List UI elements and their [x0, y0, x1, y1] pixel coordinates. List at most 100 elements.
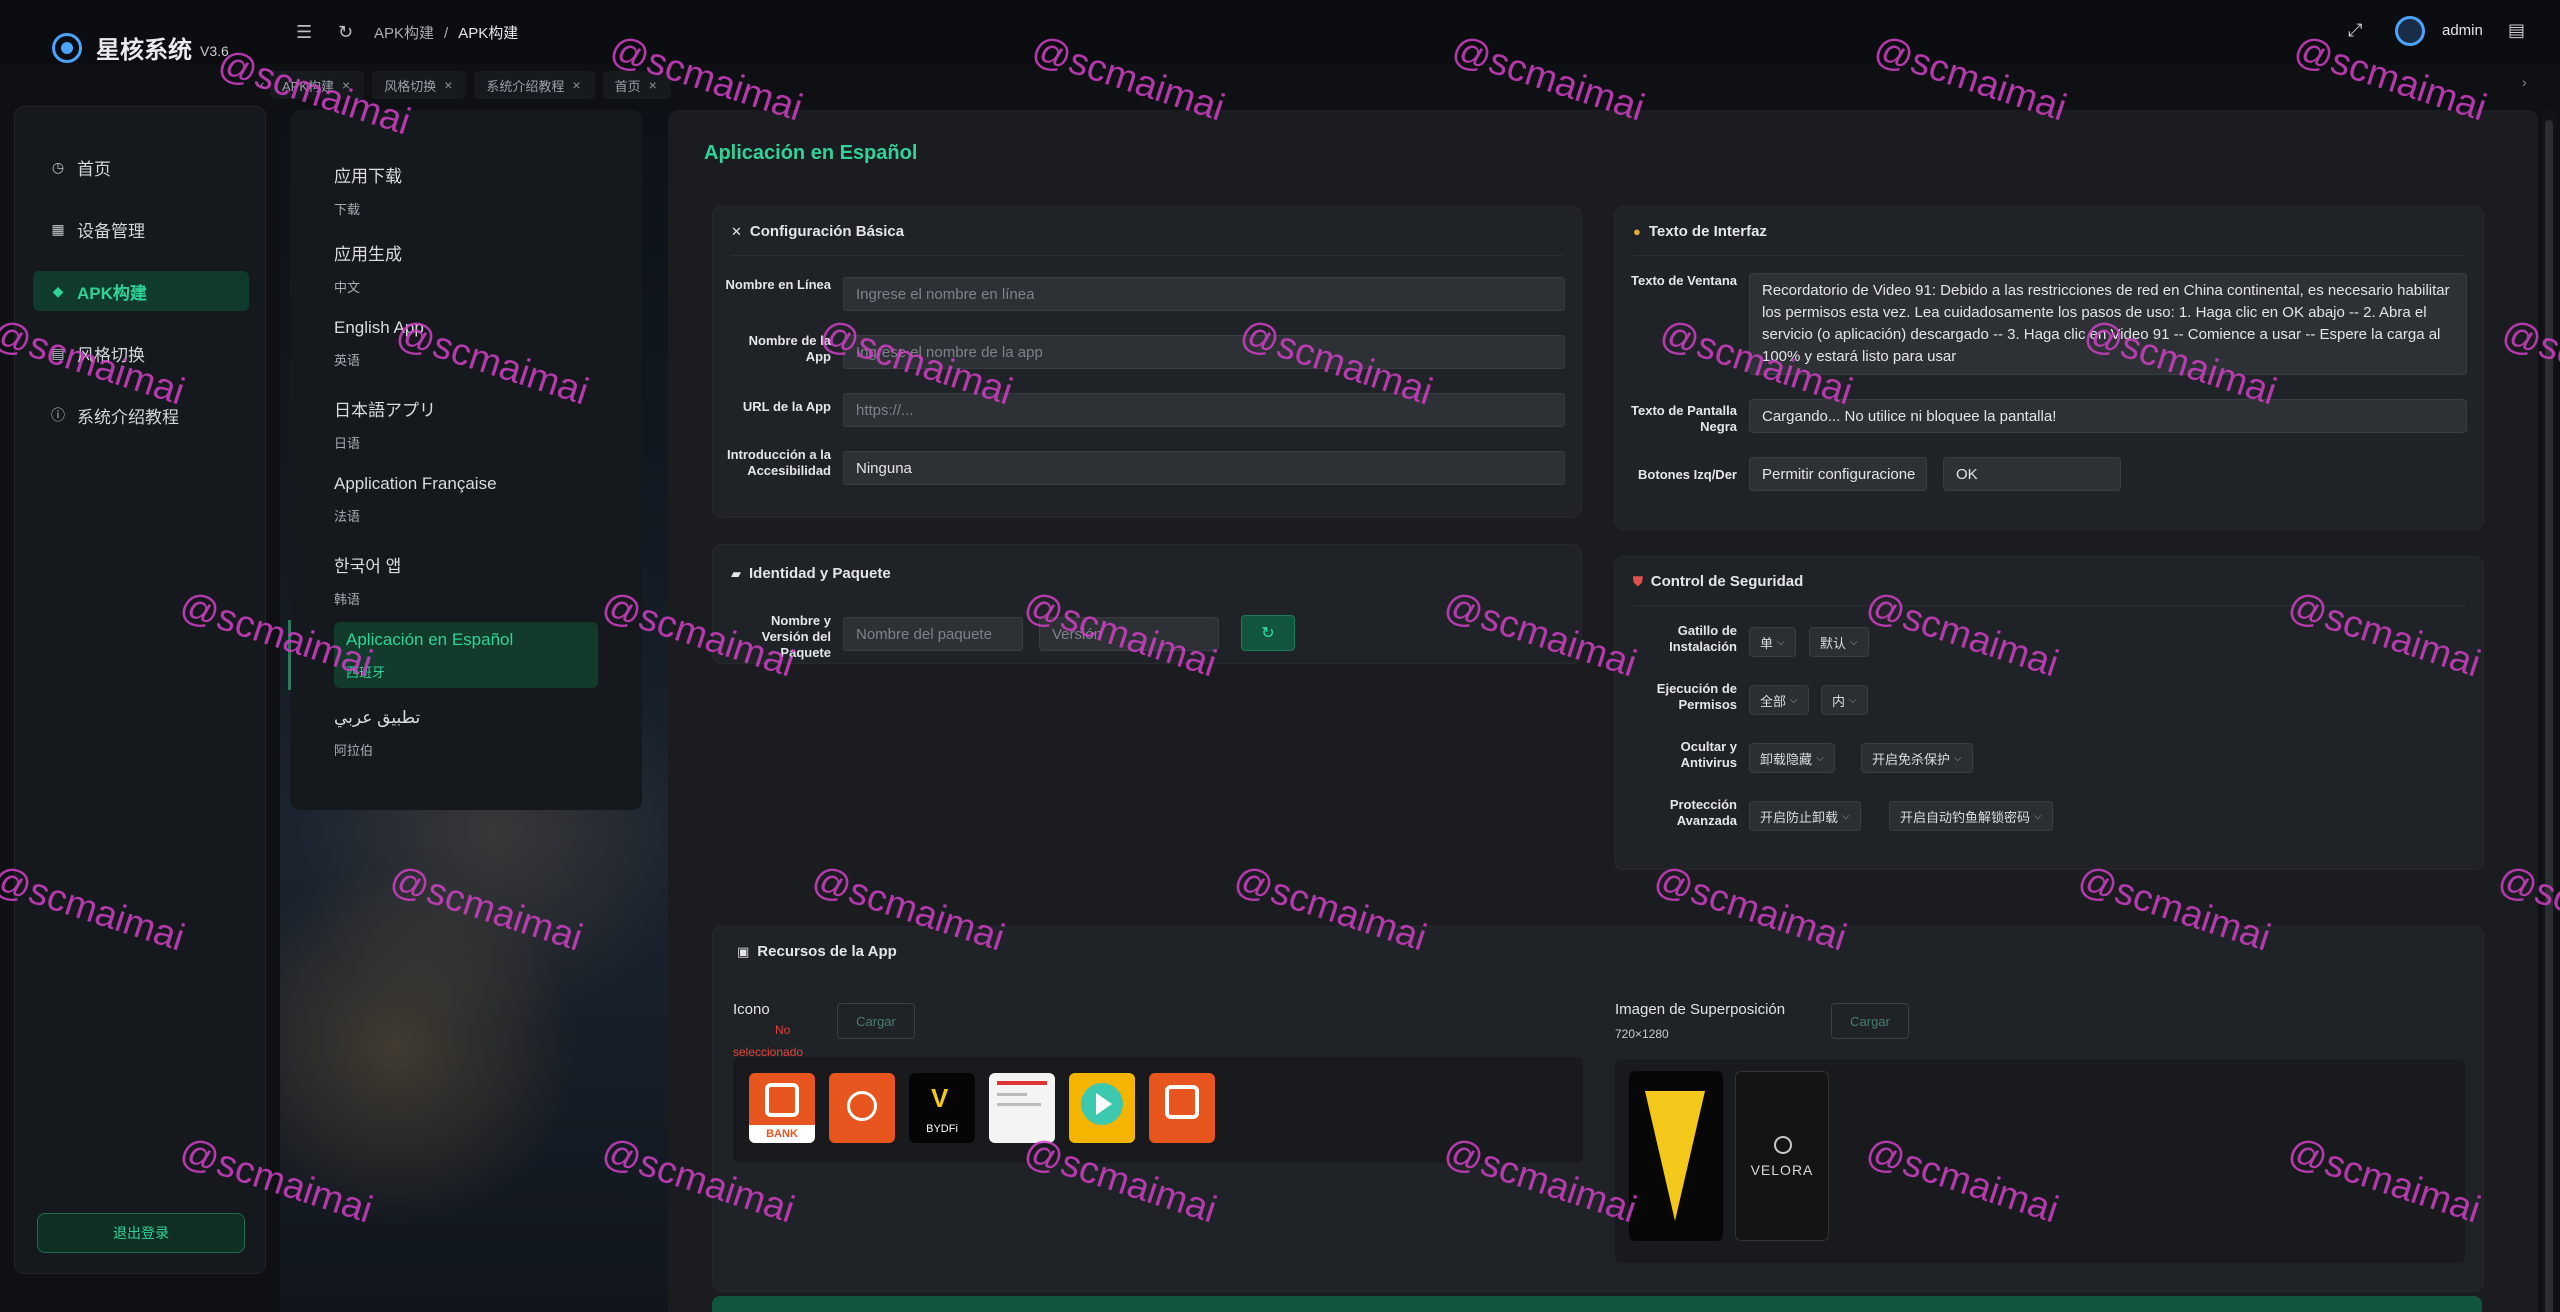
- accessibility-select[interactable]: Ninguna: [843, 451, 1565, 485]
- app-version: V3.6: [200, 42, 229, 59]
- folder-icon: ▰: [731, 565, 741, 581]
- avatar[interactable]: [2395, 16, 2425, 46]
- install-trigger-select-a[interactable]: 单 ⌵: [1749, 627, 1796, 657]
- black-screen-input[interactable]: Cargando... No utilice ni bloquee la pan…: [1749, 399, 2467, 433]
- refresh-package-button[interactable]: ↻: [1241, 615, 1295, 651]
- icon-thumb[interactable]: [989, 1073, 1055, 1143]
- image-icon: ▣: [737, 943, 750, 959]
- chevron-down-icon: ⌵: [1777, 636, 1785, 648]
- advanced-select-b[interactable]: 开启自动钓鱼解锁密码 ⌵: [1889, 801, 2053, 831]
- overlay-gallery: VELORA: [1615, 1059, 2465, 1263]
- overlay-upload-button[interactable]: Cargar: [1831, 1003, 1909, 1039]
- chevron-down-icon: ⌵: [1954, 752, 1962, 764]
- language-item[interactable]: English App 英语: [334, 318, 594, 369]
- language-item[interactable]: تطبيق عربي 阿拉伯: [334, 708, 594, 759]
- tab-scroll-left-icon[interactable]: ‹: [260, 76, 265, 92]
- sidebar-item-tutorial[interactable]: ⓘ 系统介绍教程: [33, 395, 249, 435]
- buttons-label: Botones Izq/Der: [1638, 467, 1737, 482]
- sidebar: ◷ 首页 ▦ 设备管理 ◆ APK构建 ▤ 风格切换 ⓘ 系统介绍教程 退出登录: [14, 106, 266, 1274]
- identity-card: ▰ Identidad y Paquete Nombre y Versión de…: [712, 544, 1582, 664]
- language-item[interactable]: Application Française 法语: [334, 474, 594, 525]
- right-button-input[interactable]: OK: [1943, 457, 2121, 491]
- tab-bar: ‹ APK构建 × 风格切换 × 系统介绍教程 × 首页 ×: [260, 70, 679, 100]
- close-icon[interactable]: ×: [649, 77, 657, 93]
- advanced-protection-label: Protección Avanzada: [1669, 797, 1737, 828]
- clock-icon: ◷: [51, 158, 65, 175]
- close-icon[interactable]: ×: [342, 77, 350, 93]
- sidebar-item-devices[interactable]: ▦ 设备管理: [33, 209, 249, 249]
- sidebar-item-style[interactable]: ▤ 风格切换: [33, 333, 249, 373]
- chevron-down-icon: ⌵: [1842, 810, 1850, 822]
- install-trigger-label: Gatillo de Instalación: [1669, 623, 1737, 654]
- icon-gallery: BANK V BYDFi: [733, 1057, 1583, 1163]
- close-icon[interactable]: ×: [444, 77, 452, 93]
- shield-icon: ⛊: [1633, 573, 1643, 589]
- app-name-input[interactable]: Ingrese el nombre de la app: [843, 335, 1565, 369]
- logout-button[interactable]: 退出登录: [37, 1213, 245, 1253]
- sidebar-item-home[interactable]: ◷ 首页: [33, 147, 249, 187]
- chevron-down-icon: ⌵: [1849, 694, 1857, 706]
- scrollbar[interactable]: [2542, 110, 2556, 1312]
- page-title: Aplicación en Español: [704, 142, 918, 164]
- icon-thumb[interactable]: [829, 1073, 895, 1143]
- resources-card: ▣ Recursos de la App Icono No seleccionad…: [712, 926, 2484, 1292]
- left-button-input[interactable]: Permitir configuracione: [1749, 457, 1927, 491]
- refresh-icon: ↻: [1261, 625, 1275, 642]
- language-item[interactable]: 한국어 앱 韩语: [334, 552, 594, 608]
- breadcrumb-item[interactable]: APK构建: [374, 25, 434, 42]
- tab-scroll-right-icon[interactable]: ›: [2522, 74, 2527, 90]
- tab-tutorial[interactable]: 系统介绍教程 ×: [474, 71, 595, 99]
- language-item[interactable]: 日本語アプリ 日语: [334, 396, 594, 452]
- install-trigger-select-b[interactable]: 默认 ⌵: [1809, 627, 1869, 657]
- chevron-down-icon: ⌵: [1816, 752, 1824, 764]
- tab-home[interactable]: 首页 ×: [602, 71, 671, 99]
- chevron-down-icon: ⌵: [1790, 694, 1798, 706]
- interface-text-card: ● Texto de Interfaz Texto de Ventana Reco…: [1614, 206, 2484, 530]
- hide-select-a[interactable]: 卸载隐藏 ⌵: [1749, 743, 1835, 773]
- overlay-size: 720×1280: [1615, 1027, 1669, 1041]
- palette-icon: ●: [1633, 224, 1641, 239]
- tab-apk[interactable]: APK构建 ×: [270, 71, 365, 99]
- permission-label: Ejecución de Permisos: [1656, 681, 1737, 712]
- url-input[interactable]: https://...: [843, 393, 1565, 427]
- permission-select-b[interactable]: 内 ⌵: [1821, 685, 1868, 715]
- icon-thumb[interactable]: [1069, 1073, 1135, 1143]
- language-item-selected[interactable]: Aplicación en Español 西班牙: [346, 630, 606, 681]
- hide-select-b[interactable]: 开启免杀保护 ⌵: [1861, 743, 1973, 773]
- main-content: Aplicación en Español ✕ Configuración Bás…: [668, 110, 2538, 1312]
- permission-select-a[interactable]: 全部 ⌵: [1749, 685, 1809, 715]
- window-text-area[interactable]: Recordatorio de Video 91: Debido a las r…: [1749, 273, 2467, 375]
- app-name: 星核系统: [96, 37, 192, 64]
- tab-style[interactable]: 风格切换 ×: [372, 71, 467, 99]
- overlay-thumb[interactable]: [1629, 1071, 1723, 1241]
- accessibility-label: Introducción a la Accesibilidad: [726, 447, 831, 478]
- breadcrumb-current: APK构建: [458, 25, 519, 42]
- close-icon[interactable]: ×: [572, 77, 580, 93]
- brand-logo-icon: [52, 32, 82, 63]
- icon-thumb[interactable]: [1149, 1073, 1215, 1143]
- online-name-input[interactable]: Ingrese el nombre en línea: [843, 277, 1565, 311]
- version-input[interactable]: Versión: [1039, 617, 1219, 651]
- basic-config-card: ✕ Configuración Básica Nombre en Línea In…: [712, 206, 1582, 518]
- chevron-down-icon: ⌵: [1850, 636, 1858, 648]
- refresh-icon[interactable]: ↻: [338, 22, 353, 43]
- language-item[interactable]: 应用生成 中文: [334, 240, 594, 296]
- sidebar-item-apk[interactable]: ◆ APK构建: [33, 271, 249, 311]
- icon-upload-button[interactable]: Cargar: [837, 1003, 915, 1039]
- info-icon: ⓘ: [51, 407, 65, 423]
- submit-bar[interactable]: [712, 1296, 2482, 1312]
- language-item[interactable]: 应用下载 下载: [334, 162, 594, 218]
- advanced-select-a[interactable]: 开启防止卸载 ⌵: [1749, 801, 1861, 831]
- icon-thumb[interactable]: BANK: [749, 1073, 815, 1143]
- hide-antivirus-label: Ocultar y Antivirus: [1680, 739, 1737, 770]
- online-name-label: Nombre en Línea: [725, 277, 831, 292]
- icon-thumb[interactable]: V BYDFi: [909, 1073, 975, 1143]
- fullscreen-icon[interactable]: ⤢: [2348, 20, 2362, 41]
- overlay-thumb[interactable]: VELORA: [1735, 1071, 1829, 1241]
- security-card: ⛊ Control de Seguridad Gatillo de Instala…: [1614, 556, 2484, 870]
- menu-fold-icon[interactable]: ☰: [296, 22, 312, 43]
- package-name-input[interactable]: Nombre del paquete: [843, 617, 1023, 651]
- document-icon[interactable]: ▤: [2508, 20, 2525, 41]
- username[interactable]: admin: [2442, 22, 2483, 39]
- black-screen-label: Texto de Pantalla Negra: [1631, 403, 1737, 434]
